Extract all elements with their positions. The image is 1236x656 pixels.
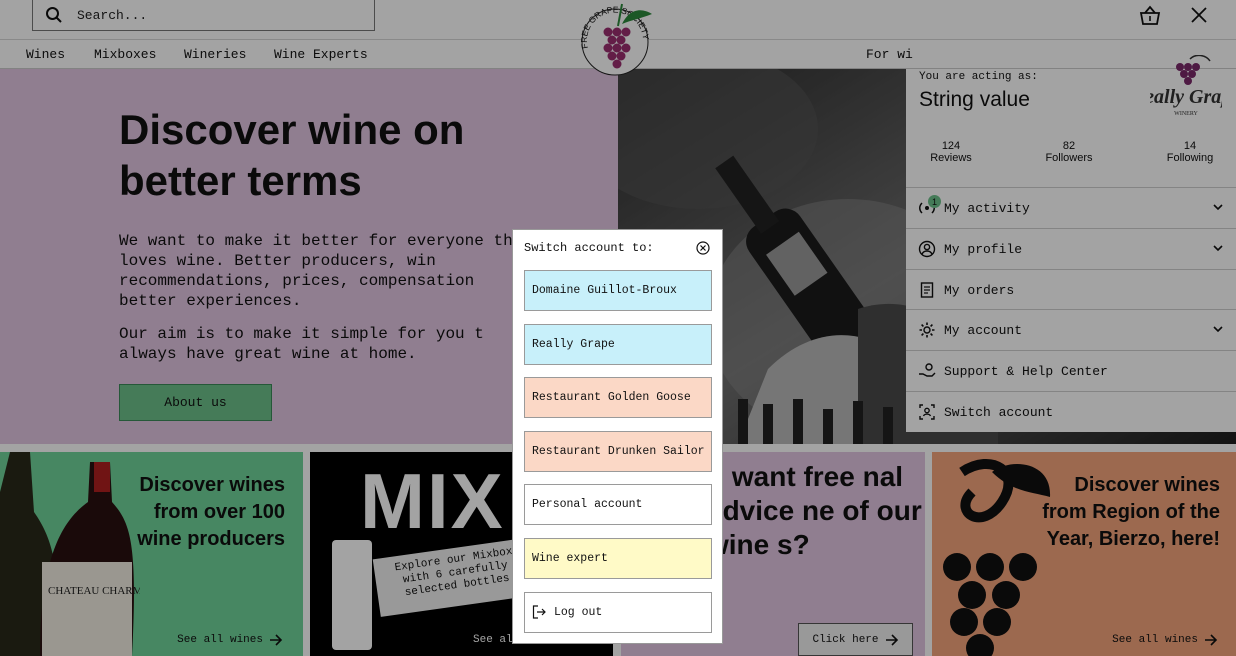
account-option-really-grape[interactable]: Really Grape: [524, 323, 712, 365]
switch-account-modal: Switch account to: Domaine Guillot-Broux…: [512, 229, 723, 644]
option-label: Restaurant Golden Goose: [532, 391, 691, 405]
modal-title: Switch account to:: [524, 241, 654, 255]
option-label: Log out: [554, 605, 603, 619]
logout-icon: [532, 605, 546, 619]
account-option-personal-account[interactable]: Personal account: [524, 484, 712, 526]
option-label: Really Grape: [532, 337, 615, 351]
option-label: Personal account: [532, 498, 643, 512]
account-option-restaurant-drunken-sailor[interactable]: Restaurant Drunken Sailor: [524, 430, 712, 472]
account-option-domaine-guillot-broux[interactable]: Domaine Guillot-Broux: [524, 270, 712, 311]
logout-button[interactable]: Log out: [524, 591, 712, 633]
option-label: Restaurant Drunken Sailor: [532, 444, 705, 458]
option-label: Wine expert: [532, 552, 608, 565]
close-circle-icon[interactable]: [696, 241, 710, 255]
account-option-restaurant-golden-goose[interactable]: Restaurant Golden Goose: [524, 377, 712, 419]
account-option-wine-expert[interactable]: Wine expert: [524, 538, 712, 579]
option-label: Domaine Guillot-Broux: [532, 284, 677, 297]
